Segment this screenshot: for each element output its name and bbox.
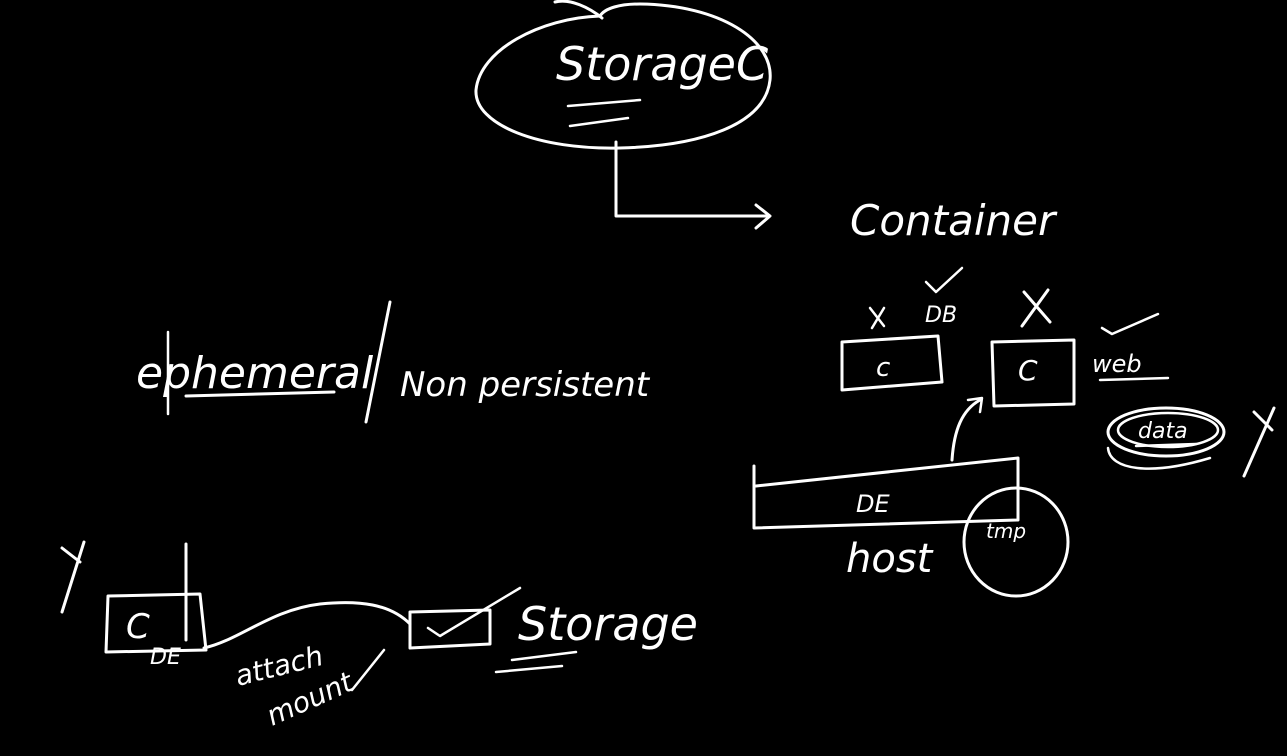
web-label: web — [1092, 350, 1142, 378]
docker-engine-label: DE — [856, 490, 890, 518]
mount-flourish — [350, 648, 386, 692]
storage-class-label: StorageC — [556, 37, 768, 91]
ephemeral-label: ephemeral — [136, 348, 374, 399]
storage-underline-2 — [494, 664, 564, 674]
non-persistent-label: Non persistent — [400, 365, 651, 405]
checkmark-icon — [924, 266, 964, 294]
host-group: DE host tmp — [752, 396, 1070, 598]
ephemeral-group: ephemeral Non persistent — [136, 300, 651, 424]
host-label: host — [846, 536, 934, 582]
db-label: DB — [925, 303, 957, 328]
storage-underline-1 — [510, 650, 578, 662]
volume-mount-group: C DE attach mount Storage — [60, 540, 698, 732]
container-box-bottom — [104, 592, 208, 654]
storage-class-group: StorageC — [474, 0, 772, 230]
whiteboard-canvas: StorageC Container DB c C web data DE ho… — [0, 0, 1287, 756]
diagram-drawing: StorageC Container DB c C web data DE ho… — [60, 0, 1276, 732]
storage-class-underline-2 — [568, 116, 630, 128]
engine-to-container-arrow — [950, 398, 982, 462]
checkmark-icon — [1100, 312, 1160, 336]
container-box-left — [840, 334, 944, 392]
storage-class-underline-1 — [566, 98, 642, 108]
x-mark-icon — [1242, 406, 1276, 478]
container-box-right-label: C — [1018, 354, 1038, 387]
x-mark-icon — [60, 540, 86, 614]
storage-label: Storage — [518, 597, 698, 651]
data-ellipse-tail — [1106, 446, 1212, 470]
docker-engine-bottom-label: DE — [150, 645, 181, 670]
container-web-group: C web data — [990, 288, 1276, 478]
container-label: Container — [850, 196, 1058, 245]
storage-to-container-connector — [614, 140, 770, 218]
container-db-group: DB c — [840, 266, 964, 392]
web-underline — [1098, 376, 1170, 382]
x-mark-icon — [868, 306, 886, 330]
x-mark-icon — [1020, 288, 1052, 328]
container-box-left-label: c — [876, 353, 890, 383]
container-box-bottom-label: C — [126, 607, 150, 647]
tmp-label: tmp — [986, 519, 1026, 543]
data-label: data — [1138, 419, 1188, 444]
